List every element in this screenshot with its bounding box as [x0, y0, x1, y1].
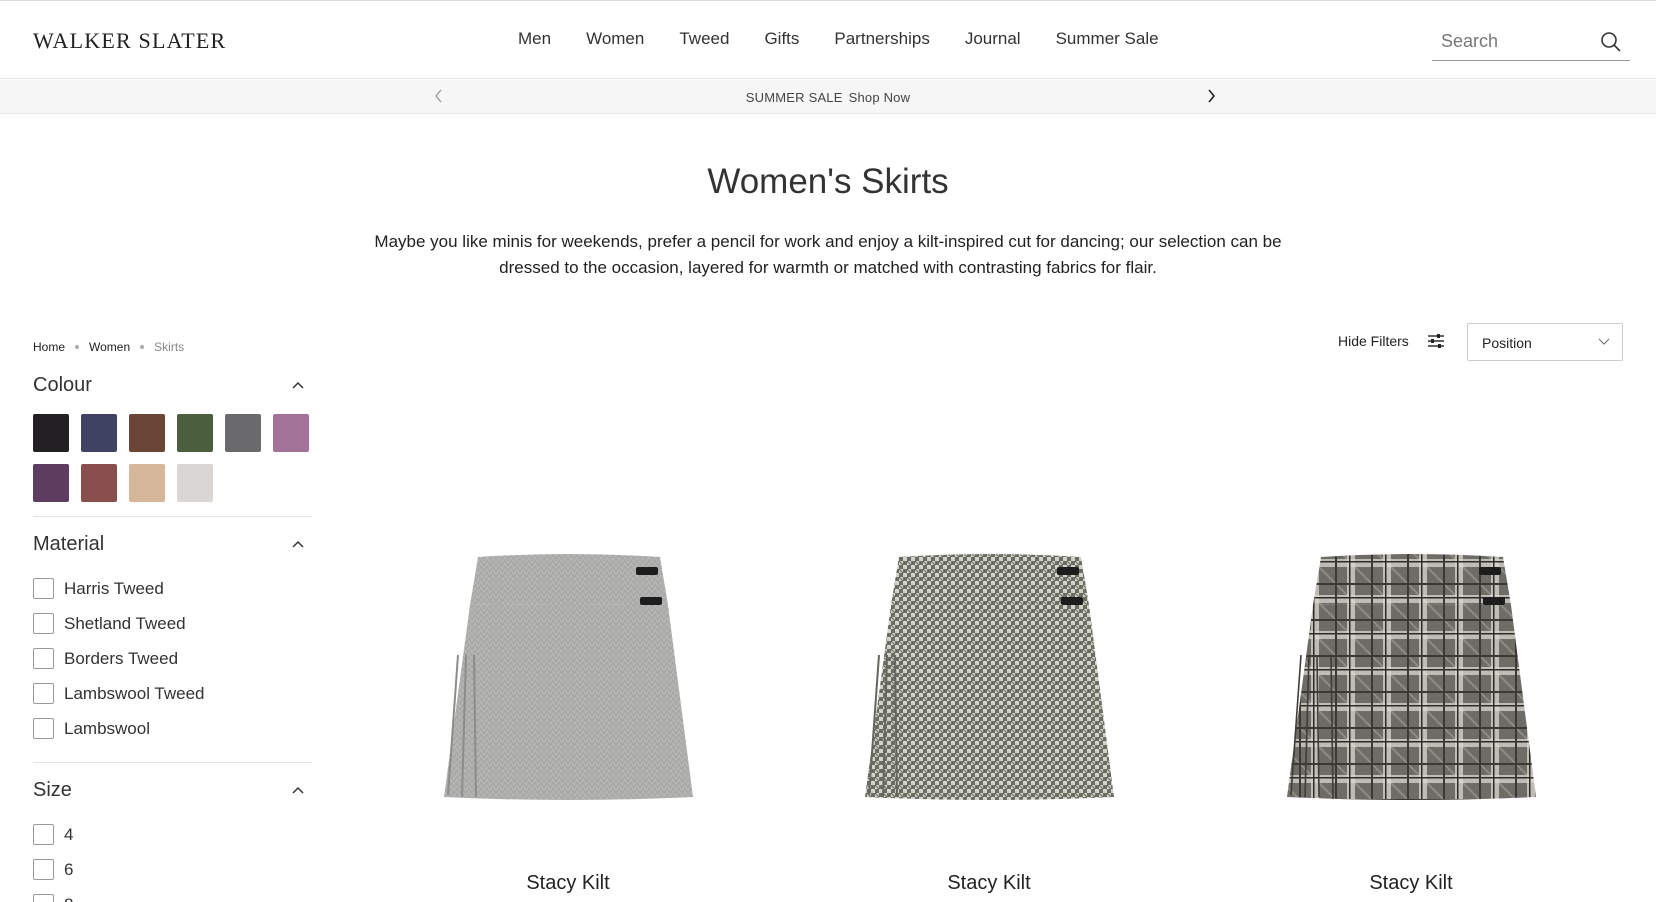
option-label: Borders Tweed [64, 648, 179, 668]
size-options: 4 6 8 [33, 817, 312, 902]
product-image[interactable] [418, 545, 718, 825]
search-input[interactable] [1432, 23, 1582, 59]
option-label: 6 [64, 859, 74, 879]
colour-swatch[interactable] [81, 464, 117, 502]
colour-filter-title: Colour [33, 374, 92, 396]
promo-text: SUMMER SALE [745, 90, 843, 105]
colour-filter-header[interactable]: Colour [33, 370, 312, 400]
nav-summer-sale[interactable]: Summer Sale [1056, 29, 1159, 49]
colour-swatch[interactable] [177, 464, 213, 502]
size-filter-header[interactable]: Size [33, 775, 312, 805]
material-option[interactable]: Lambswool [33, 711, 312, 746]
checkbox[interactable] [33, 894, 54, 902]
page-title: Women's Skirts [707, 162, 949, 201]
sort-select[interactable]: Position [1467, 323, 1623, 361]
hide-filters-button[interactable]: Hide Filters [1338, 333, 1445, 349]
size-option[interactable]: 6 [33, 852, 312, 887]
hide-filters-label: Hide Filters [1338, 333, 1409, 349]
main-nav: Men Women Tweed Gifts Partnerships Journ… [518, 29, 1194, 49]
checkbox[interactable] [33, 859, 54, 880]
nav-women[interactable]: Women [586, 29, 644, 49]
option-label: Lambswool [64, 718, 150, 738]
colour-swatch[interactable] [225, 414, 261, 452]
material-option[interactable]: Borders Tweed [33, 641, 312, 676]
promo-shop-link[interactable]: Shop Now [849, 90, 911, 105]
filter-sidebar: Colour Material Harris Tweed Shetland Tw… [33, 370, 312, 902]
checkbox[interactable] [33, 718, 54, 739]
colour-swatch[interactable] [33, 464, 69, 502]
page-description: Maybe you like minis for weekends, prefe… [350, 229, 1306, 281]
breadcrumb-separator [75, 345, 80, 349]
divider [33, 762, 312, 763]
option-label: Harris Tweed [64, 578, 164, 598]
colour-swatch[interactable] [129, 414, 165, 452]
colour-swatches [33, 414, 312, 502]
nav-tweed[interactable]: Tweed [679, 29, 729, 49]
product-name[interactable]: Stacy Kilt [839, 872, 1139, 895]
sort-value: Position [1482, 335, 1532, 351]
breadcrumb-home[interactable]: Home [33, 340, 65, 354]
size-filter-title: Size [33, 779, 72, 801]
material-option[interactable]: Lambswool Tweed [33, 676, 312, 711]
chevron-up-icon [292, 381, 304, 389]
filter-sliders-icon [1427, 334, 1444, 348]
site-logo[interactable]: WALKER SLATER [33, 28, 226, 54]
option-label: Lambswool Tweed [64, 683, 205, 703]
product-card[interactable]: Stacy Kilt [418, 545, 718, 894]
product-card[interactable]: Stacy Kilt [839, 545, 1139, 894]
checkbox[interactable] [33, 613, 54, 634]
breadcrumb-current: Skirts [154, 340, 185, 354]
product-card[interactable]: Stacy Kilt [1261, 545, 1561, 894]
product-name[interactable]: Stacy Kilt [1261, 872, 1561, 895]
colour-swatch[interactable] [81, 414, 117, 452]
checkbox[interactable] [33, 578, 54, 599]
size-option[interactable]: 4 [33, 817, 312, 852]
page-description-line: dressed to the occasion, layered for war… [499, 258, 1157, 277]
size-option[interactable]: 8 [33, 887, 312, 902]
colour-swatch[interactable] [129, 464, 165, 502]
page-description-line: Maybe you like minis for weekends, prefe… [374, 232, 1282, 251]
colour-swatch[interactable] [273, 414, 309, 452]
option-label: Shetland Tweed [64, 613, 186, 633]
site-header: WALKER SLATER Men Women Tweed Gifts Part… [0, 0, 1656, 79]
nav-men[interactable]: Men [518, 29, 551, 49]
material-option[interactable]: Shetland Tweed [33, 606, 312, 641]
material-filter: Material Harris Tweed Shetland Tweed Bor… [33, 529, 312, 763]
promo-bar: SUMMER SALE Shop Now [0, 80, 1656, 114]
colour-filter: Colour [33, 370, 312, 517]
product-image[interactable] [1261, 545, 1561, 825]
chevron-up-icon [292, 540, 304, 548]
promo-message: SUMMER SALE Shop Now [0, 90, 1656, 105]
breadcrumb-separator [140, 345, 145, 349]
nav-partnerships[interactable]: Partnerships [834, 29, 929, 49]
search-box [1432, 23, 1630, 61]
material-option[interactable]: Harris Tweed [33, 571, 312, 606]
divider [33, 516, 312, 517]
nav-gifts[interactable]: Gifts [764, 29, 799, 49]
checkbox[interactable] [33, 683, 54, 704]
material-filter-title: Material [33, 533, 105, 555]
breadcrumb: Home Women Skirts [33, 340, 184, 354]
material-options: Harris Tweed Shetland Tweed Borders Twee… [33, 571, 312, 746]
product-image[interactable] [839, 545, 1139, 825]
size-filter: Size 4 6 8 [33, 775, 312, 902]
chevron-down-icon [1598, 338, 1610, 345]
search-icon[interactable] [1600, 31, 1622, 53]
option-label: 8 [64, 895, 73, 902]
chevron-right-icon[interactable] [1202, 86, 1220, 106]
material-filter-header[interactable]: Material [33, 529, 312, 559]
nav-journal[interactable]: Journal [965, 29, 1021, 49]
colour-swatch[interactable] [33, 414, 69, 452]
chevron-up-icon [292, 786, 304, 794]
colour-swatch[interactable] [177, 414, 213, 452]
breadcrumb-women[interactable]: Women [89, 340, 130, 354]
checkbox[interactable] [33, 824, 54, 845]
option-label: 4 [64, 824, 74, 844]
product-name[interactable]: Stacy Kilt [418, 872, 718, 895]
checkbox[interactable] [33, 648, 54, 669]
